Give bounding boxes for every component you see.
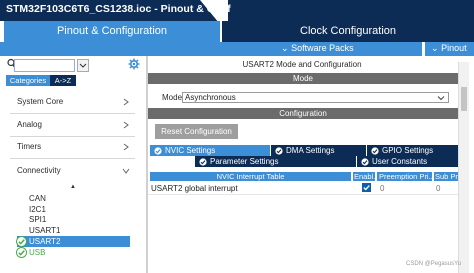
check-circle-icon <box>16 236 27 247</box>
category-label: Analog <box>17 120 42 129</box>
categories-toggle[interactable]: Categories <box>6 75 50 86</box>
check-circle-icon <box>16 247 27 258</box>
scroll-up-icon[interactable]: ▲ <box>70 184 76 190</box>
software-packs-menu[interactable]: ⌄ Software Packs <box>281 43 354 54</box>
category-divider <box>10 136 135 137</box>
check-circle-icon <box>361 158 369 166</box>
column-header-subpriority[interactable]: Sub Prio... <box>434 172 458 181</box>
chevron-down-icon <box>122 168 130 174</box>
tab-gpio-settings[interactable]: GPIO Settings <box>367 145 458 156</box>
mode-select-value: Asynchronous <box>185 93 236 102</box>
category-label: System Core <box>17 97 64 106</box>
software-packs-label: Software Packs <box>291 43 354 53</box>
tab-nvic-settings[interactable]: NVIC Settings <box>150 145 270 156</box>
chevron-right-icon <box>123 143 129 151</box>
sub-toolbar: ⌄ Software Packs ⌄ Pinout <box>0 42 474 56</box>
reset-configuration-button[interactable]: Reset Configuration <box>155 124 238 139</box>
watermark: CSDN @PegasusYu <box>406 261 462 267</box>
title-bar: STM32F103C6T6_CS1238.ioc - Pinout & Conf <box>0 0 474 21</box>
tab-label: User Constants <box>372 157 428 166</box>
chevron-down-icon <box>79 63 87 68</box>
preemption-priority-value[interactable]: 0 <box>380 184 384 193</box>
check-circle-icon <box>154 147 162 155</box>
peripheral-label: USART2 <box>29 237 61 246</box>
chevron-down-icon <box>437 96 445 101</box>
category-connectivity[interactable]: Connectivity <box>17 166 135 178</box>
sub-toolbar-background <box>0 42 474 56</box>
category-divider <box>10 158 135 159</box>
category-analog[interactable]: Analog <box>17 120 135 132</box>
pinout-menu-label: Pinout <box>441 43 467 53</box>
tab-user-constants[interactable]: User Constants <box>357 156 458 167</box>
tab-label: NVIC Settings <box>165 146 216 155</box>
configuration-section-header: Configuration <box>148 108 458 119</box>
category-timers[interactable]: Timers <box>17 142 135 154</box>
chevron-right-icon <box>123 121 129 129</box>
scrollbar-thumb[interactable] <box>461 87 467 111</box>
mode-label: Mode <box>162 93 183 102</box>
search-input[interactable] <box>14 59 75 72</box>
category-divider <box>10 113 135 114</box>
search-dropdown-button[interactable] <box>77 59 89 72</box>
peripheral-item-spi1[interactable]: SPI1 <box>29 215 46 224</box>
check-circle-icon <box>371 147 379 155</box>
category-label: Connectivity <box>17 166 61 175</box>
check-circle-icon <box>275 147 283 155</box>
column-header-preemption[interactable]: Preemption Pri... <box>377 172 432 181</box>
tab-clock-configuration[interactable]: Clock Configuration <box>222 21 474 42</box>
chevron-down-icon: ⌄ <box>281 43 289 53</box>
mode-select[interactable]: Asynchronous <box>182 92 449 103</box>
subbar-separator <box>422 42 425 56</box>
alphabetical-toggle[interactable]: A->Z <box>50 75 76 86</box>
tab-pinout-configuration[interactable]: Pinout & Configuration <box>4 21 220 42</box>
chevron-down-icon: ⌄ <box>431 43 439 53</box>
enable-checkbox[interactable] <box>362 183 371 192</box>
checkmark-icon <box>363 185 370 191</box>
table-row-divider <box>148 194 458 195</box>
peripheral-item-usb[interactable]: USB <box>29 248 45 257</box>
table-row-name: USART2 global interrupt <box>151 184 238 193</box>
gear-icon[interactable] <box>128 58 140 70</box>
tab-parameter-settings[interactable]: Parameter Settings <box>195 156 356 167</box>
panel-scrollbar[interactable] <box>458 62 469 273</box>
tab-label: DMA Settings <box>286 146 335 155</box>
peripheral-item-can[interactable]: CAN <box>29 194 46 203</box>
main-tabs: Pinout & Configuration Clock Configurati… <box>0 21 474 42</box>
sub-priority-value[interactable]: 0 <box>436 184 440 193</box>
category-system-core[interactable]: System Core <box>17 97 135 109</box>
peripheral-item-usart1[interactable]: USART1 <box>29 226 60 235</box>
column-header-interrupt[interactable]: NVIC Interrupt Table <box>150 172 351 181</box>
category-label: Timers <box>17 142 42 151</box>
mode-section-header: Mode <box>148 73 458 84</box>
check-circle-icon <box>199 158 207 166</box>
peripheral-item-usart2[interactable]: USART2 <box>17 236 130 247</box>
tab-label: Parameter Settings <box>210 157 279 166</box>
window-title: STM32F103C6T6_CS1238.ioc - Pinout & Conf <box>6 3 231 15</box>
tab-dma-settings[interactable]: DMA Settings <box>271 145 366 156</box>
tab-label: GPIO Settings <box>382 146 434 155</box>
panel-title: USART2 Mode and Configuration <box>242 60 362 69</box>
peripheral-item-i2c1[interactable]: I2C1 <box>29 205 46 214</box>
chevron-right-icon <box>123 98 129 106</box>
pinout-menu[interactable]: ⌄ Pinout <box>431 43 467 54</box>
column-header-enabled[interactable]: Enabl... <box>353 172 375 181</box>
